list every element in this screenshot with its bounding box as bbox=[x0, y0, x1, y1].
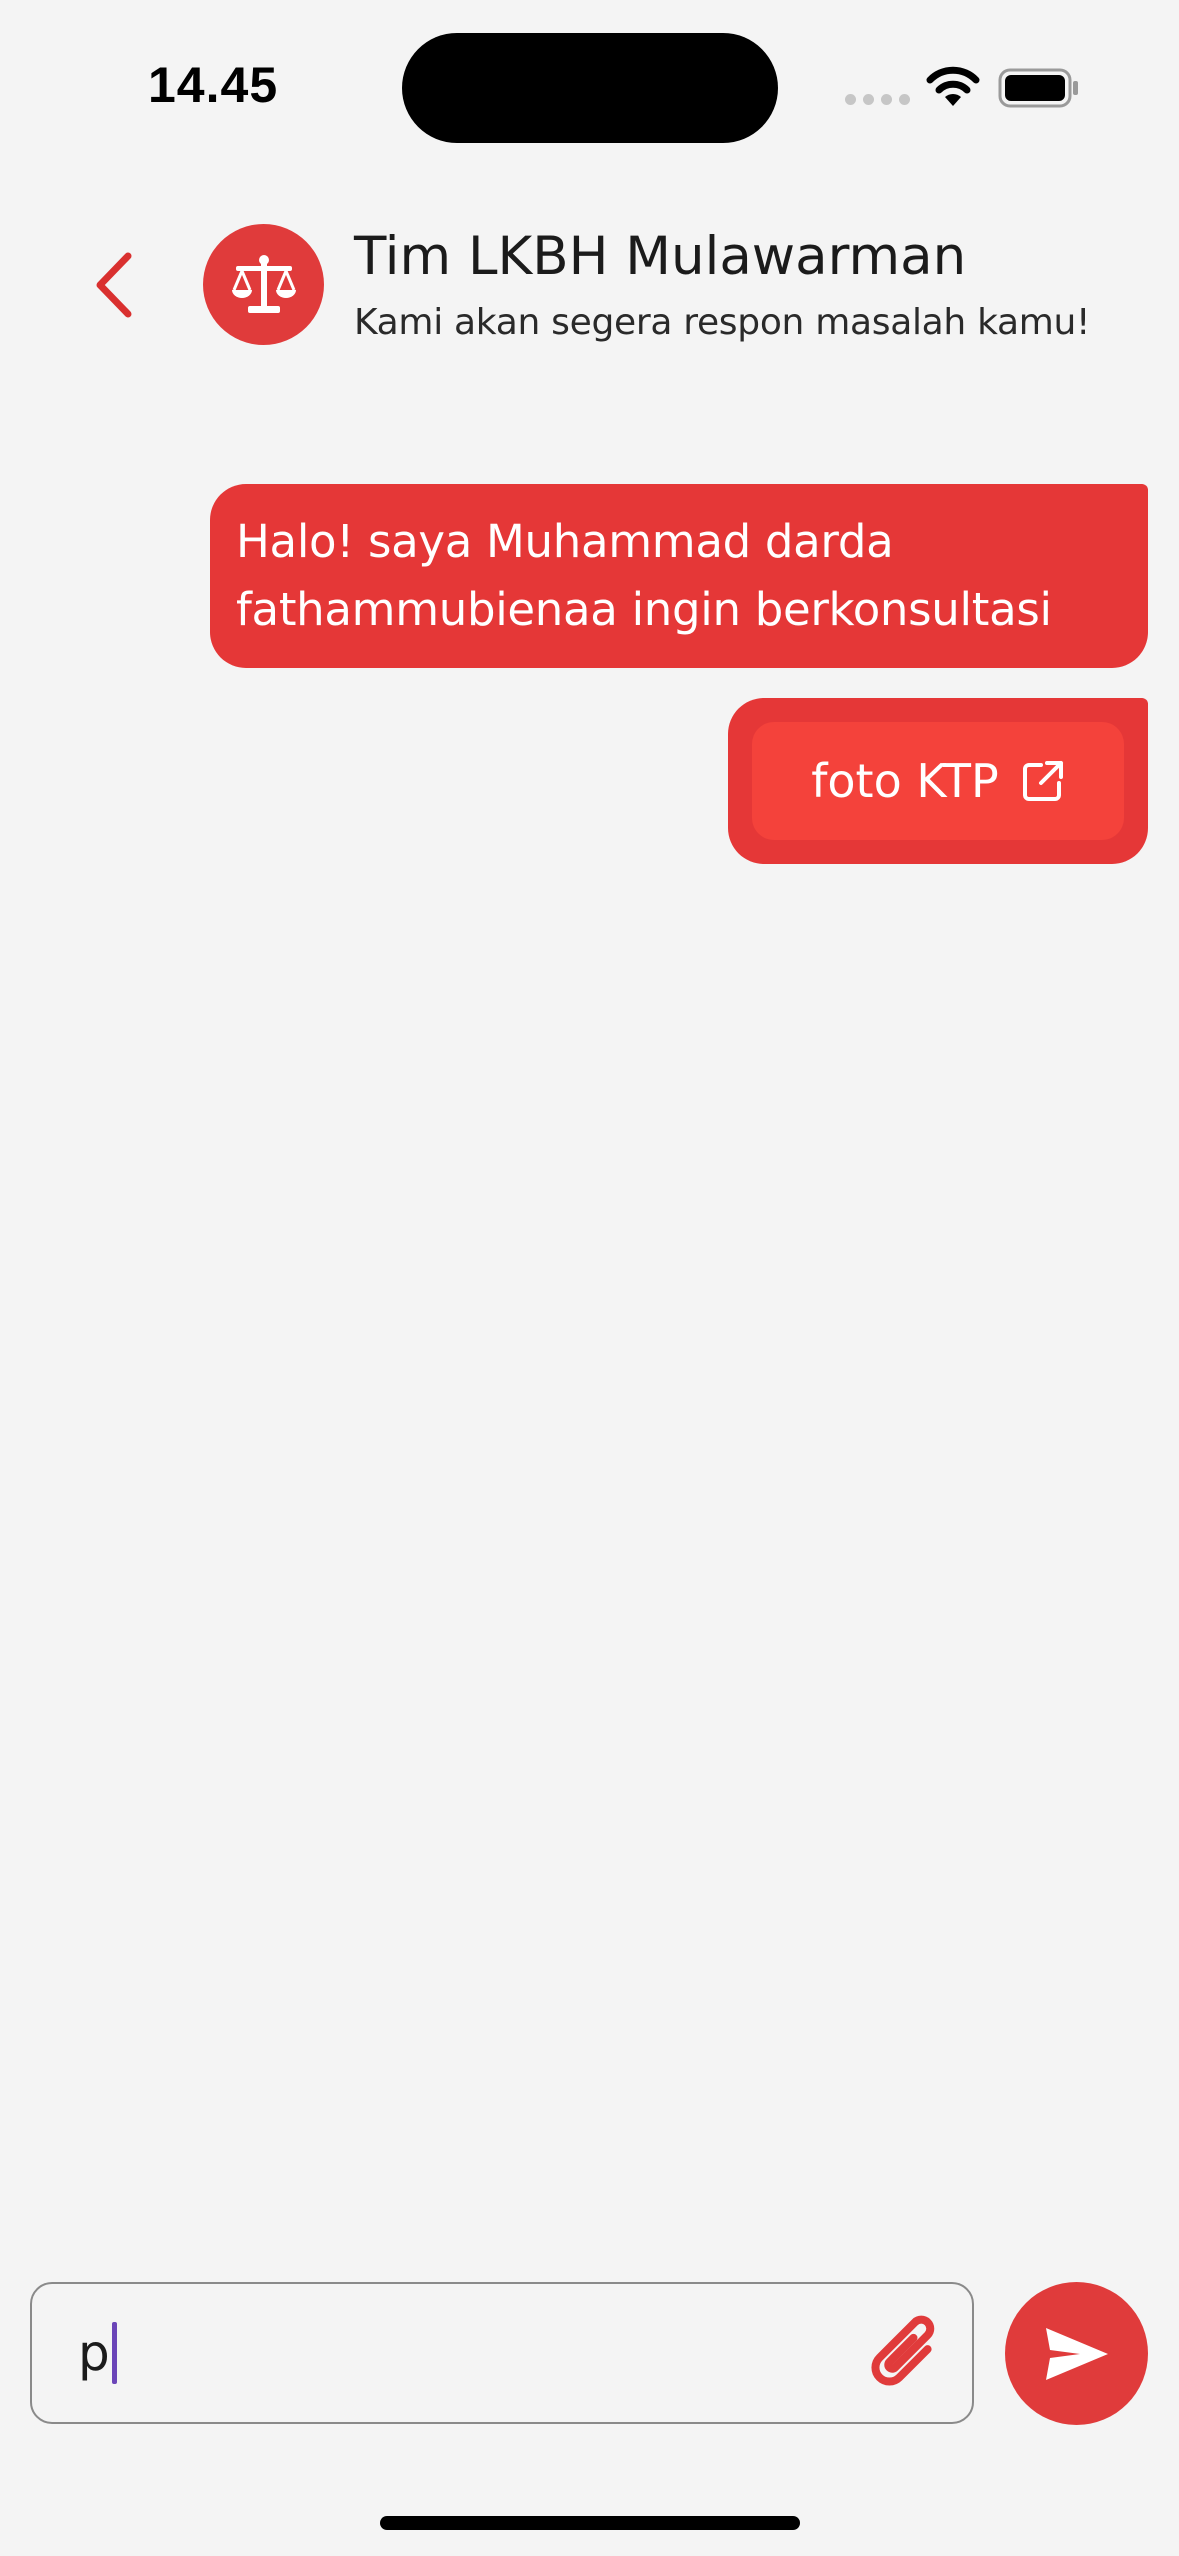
chat-subtitle: Kami akan segera respon masalah kamu! bbox=[354, 302, 1091, 343]
battery-icon bbox=[998, 68, 1080, 112]
scale-of-justice-icon bbox=[231, 254, 296, 313]
message-text: Halo! saya Muhammad darda fathammubienaa… bbox=[236, 515, 1052, 636]
file-attachment-button[interactable]: foto KTP bbox=[752, 722, 1124, 840]
send-button[interactable] bbox=[1005, 2282, 1148, 2425]
text-caret bbox=[111, 2322, 117, 2384]
message-bubble: Halo! saya Muhammad darda fathammubienaa… bbox=[210, 484, 1148, 668]
chat-title: Tim LKBH Mulawarman bbox=[354, 226, 967, 287]
back-button[interactable] bbox=[78, 240, 148, 330]
status-time: 14.45 bbox=[148, 57, 279, 113]
chevron-left-icon bbox=[96, 252, 132, 318]
message-input-value: p bbox=[78, 2322, 117, 2384]
file-message-bubble: foto KTP bbox=[728, 698, 1148, 864]
attach-button[interactable] bbox=[852, 2296, 958, 2408]
file-attachment-label: foto KTP bbox=[811, 754, 999, 808]
avatar bbox=[203, 224, 324, 345]
home-indicator bbox=[380, 2516, 800, 2530]
wifi-icon bbox=[925, 66, 981, 112]
cellular-signal-icon bbox=[845, 94, 910, 105]
input-text: p bbox=[78, 2324, 110, 2382]
dynamic-island bbox=[402, 33, 778, 143]
paperclip-icon bbox=[871, 2315, 935, 2386]
external-link-icon bbox=[1022, 761, 1063, 801]
send-icon bbox=[1045, 2327, 1108, 2380]
message-input[interactable]: p bbox=[30, 2282, 974, 2424]
